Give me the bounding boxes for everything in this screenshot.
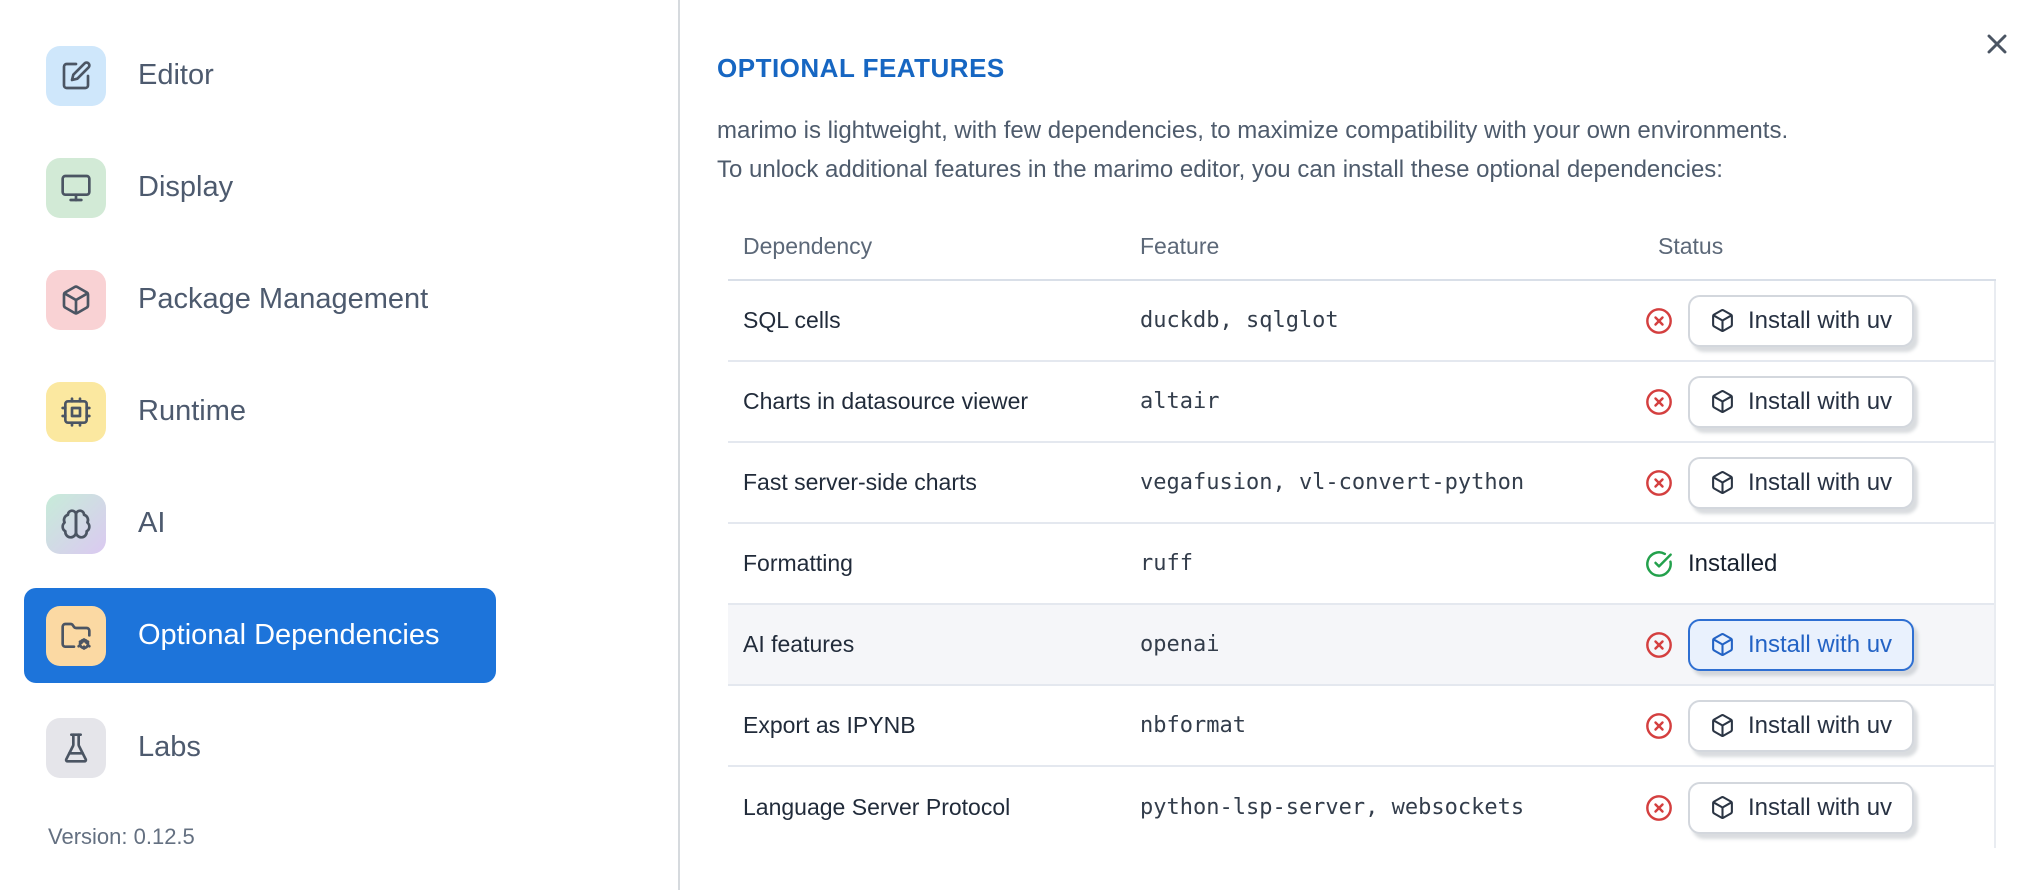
- column-header-status: Status: [1658, 232, 1724, 259]
- sidebar-item-editor[interactable]: Editor: [24, 28, 496, 123]
- circle-x-icon: [1645, 307, 1673, 335]
- brain-icon: [46, 493, 106, 554]
- dependency-cell: Fast server-side charts: [743, 469, 977, 495]
- dependencies-table: Dependency Feature Status SQL cells duck…: [728, 213, 1996, 848]
- status-cell: Install with uv: [1630, 456, 1994, 509]
- close-button[interactable]: [1977, 24, 2017, 64]
- table-row: Charts in datasource viewer altair Insta…: [728, 362, 1994, 443]
- status-cell: Install with uv: [1630, 375, 1994, 428]
- cpu-icon: [46, 381, 106, 442]
- settings-dialog: Editor Display Package Management Runtim…: [0, 0, 2042, 890]
- feature-cell: vegafusion, vl-convert-python: [1140, 470, 1525, 495]
- dependency-cell: SQL cells: [743, 307, 841, 333]
- table-row: AI features openai Install with uv: [728, 605, 1994, 686]
- install-with-uv-button[interactable]: Install with uv: [1688, 618, 1915, 671]
- install-button-label: Install with uv: [1748, 468, 1893, 496]
- table-row: Fast server-side charts vegafusion, vl-c…: [728, 443, 1994, 524]
- table-row: Language Server Protocol python-lsp-serv…: [728, 767, 1994, 848]
- circle-check-icon: [1645, 550, 1673, 578]
- version-label: Version: 0.12.5: [48, 824, 195, 849]
- table-row: SQL cells duckdb, sqlglot Install with u…: [728, 281, 1994, 362]
- feature-cell: altair: [1140, 389, 1220, 414]
- monitor-icon: [46, 157, 106, 218]
- table-header-row: Dependency Feature Status: [728, 213, 1996, 281]
- box-icon: [1712, 633, 1733, 656]
- sidebar-item-ai[interactable]: AI: [24, 476, 496, 571]
- circle-x-icon: [1645, 469, 1673, 497]
- install-button-label: Install with uv: [1748, 711, 1893, 739]
- dependency-cell: Language Server Protocol: [743, 794, 1011, 820]
- status-cell: Installed: [1630, 550, 1994, 578]
- box-icon: [1712, 390, 1733, 413]
- dependency-cell: Export as IPYNB: [743, 712, 916, 738]
- table-row: Formatting ruff Installed: [728, 524, 1994, 605]
- table-row: Export as IPYNB nbformat Install with uv: [728, 686, 1994, 767]
- circle-x-icon: [1645, 794, 1673, 822]
- box-icon: [1712, 309, 1733, 332]
- description-line: To unlock additional features in the mar…: [717, 156, 1723, 183]
- circle-x-icon: [1645, 388, 1673, 416]
- dependency-cell: Formatting: [743, 550, 853, 576]
- install-with-uv-button[interactable]: Install with uv: [1688, 781, 1915, 834]
- circle-x-icon: [1645, 712, 1673, 740]
- box-icon: [1712, 471, 1733, 494]
- sidebar-item-label: Package Management: [138, 283, 429, 315]
- optional-features-panel: OPTIONAL FEATURES marimo is lightweight,…: [680, 0, 2042, 890]
- description-line: marimo is lightweight, with few dependen…: [717, 117, 1789, 144]
- installed-status-label: Installed: [1688, 549, 1778, 577]
- box-icon: [1712, 714, 1733, 737]
- install-button-label: Install with uv: [1748, 630, 1893, 658]
- status-cell: Install with uv: [1630, 781, 1994, 834]
- feature-cell: nbformat: [1140, 713, 1246, 738]
- sidebar-item-optional-dependencies[interactable]: Optional Dependencies: [24, 588, 496, 683]
- sidebar-item-label: Optional Dependencies: [138, 619, 440, 651]
- status-cell: Install with uv: [1630, 618, 1994, 671]
- install-with-uv-button[interactable]: Install with uv: [1688, 456, 1915, 509]
- sidebar-item-label: Runtime: [138, 395, 246, 427]
- box-icon: [1712, 796, 1733, 819]
- folder-cog-icon: [46, 605, 106, 666]
- sidebar-item-label: Display: [138, 171, 234, 203]
- settings-sidebar: Editor Display Package Management Runtim…: [0, 0, 680, 890]
- sidebar-item-labs[interactable]: Labs: [24, 700, 496, 795]
- flask-icon: [46, 717, 106, 778]
- install-with-uv-button[interactable]: Install with uv: [1688, 375, 1915, 428]
- sidebar-item-label: Editor: [138, 59, 214, 91]
- feature-cell: python-lsp-server, websockets: [1140, 795, 1525, 820]
- feature-cell: ruff: [1140, 551, 1193, 576]
- table-body: SQL cells duckdb, sqlglot Install with u…: [728, 281, 1996, 848]
- status-cell: Install with uv: [1630, 699, 1994, 752]
- dependency-cell: AI features: [743, 631, 855, 657]
- sidebar-item-runtime[interactable]: Runtime: [24, 364, 496, 459]
- close-icon: [1981, 28, 2013, 60]
- sidebar-item-display[interactable]: Display: [24, 140, 496, 235]
- circle-x-icon: [1645, 631, 1673, 659]
- install-button-label: Install with uv: [1748, 306, 1893, 334]
- feature-cell: openai: [1140, 632, 1220, 657]
- column-header-feature: Feature: [1140, 232, 1220, 259]
- column-header-dependency: Dependency: [743, 232, 873, 259]
- install-with-uv-button[interactable]: Install with uv: [1688, 699, 1915, 752]
- sidebar-item-label: AI: [138, 507, 166, 539]
- feature-cell: duckdb, sqlglot: [1140, 308, 1339, 333]
- dependency-cell: Charts in datasource viewer: [743, 388, 1029, 414]
- sidebar-item-package-management[interactable]: Package Management: [24, 252, 496, 347]
- install-button-label: Install with uv: [1748, 793, 1893, 821]
- status-cell: Install with uv: [1630, 294, 1994, 347]
- install-with-uv-button[interactable]: Install with uv: [1688, 294, 1915, 347]
- square-pen-icon: [46, 45, 106, 106]
- sidebar-item-label: Labs: [138, 731, 201, 763]
- install-button-label: Install with uv: [1748, 387, 1893, 415]
- page-title: OPTIONAL FEATURES: [717, 53, 1005, 83]
- panel-description: marimo is lightweight, with few dependen…: [717, 111, 1788, 189]
- box-icon: [46, 269, 106, 330]
